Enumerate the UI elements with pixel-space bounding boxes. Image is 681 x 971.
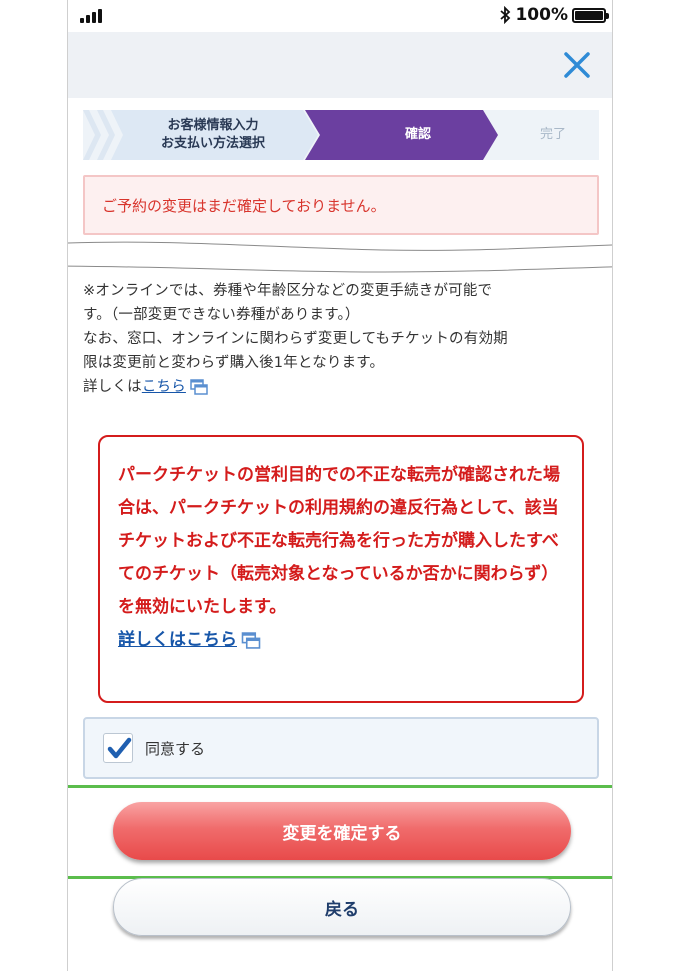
- agree-checkbox[interactable]: [103, 733, 133, 763]
- agree-checkbox-row[interactable]: 同意する: [83, 717, 599, 779]
- details-prefix: 詳しくは: [83, 379, 142, 395]
- details-line: 詳しくはこちら: [83, 375, 593, 399]
- body-line2: す。（一部変更できない券種があります。）: [83, 307, 360, 323]
- step-complete: 完了: [539, 127, 566, 142]
- nav-bar: [68, 32, 612, 98]
- signal-icon: [80, 9, 102, 23]
- checkmark-icon: [107, 737, 132, 759]
- status-right: 100%: [499, 5, 609, 25]
- step-input: お客様情報入力 お支払い方法選択: [113, 110, 313, 160]
- body-line1: ※オンラインでは、券種や年齢区分などの変更手続きが可能で: [83, 283, 493, 299]
- warning-text: パークチケットの営利目的での不正な転売が確認された場合は、パークチケットの利用規…: [118, 465, 560, 617]
- agree-label: 同意する: [145, 739, 206, 758]
- close-icon[interactable]: [562, 50, 592, 80]
- bluetooth-icon: [500, 6, 511, 24]
- progress-stepper: お客様情報入力 お支払い方法選択 確認 完了: [83, 110, 599, 160]
- confirm-button-label: 変更を確定する: [282, 823, 402, 844]
- back-button-label: 戻る: [325, 899, 359, 920]
- notice-text: ご予約の変更はまだ確定しておりません。: [102, 196, 386, 215]
- warning-details-link[interactable]: 詳しくはこちら: [118, 630, 237, 650]
- details-link[interactable]: こちら: [142, 379, 186, 395]
- external-window-icon: [190, 379, 208, 395]
- body-line3: なお、窓口、オンラインに関わらず変更してもチケットの有効期: [83, 331, 508, 347]
- status-bar: 100%: [68, 0, 612, 32]
- back-button[interactable]: 戻る: [113, 878, 571, 936]
- change-info-text: ※オンラインでは、券種や年齢区分などの変更手続きが可能で す。（一部変更できない…: [83, 279, 593, 399]
- battery-icon: [572, 7, 609, 23]
- external-window-icon: [241, 631, 261, 649]
- torn-edge-divider: [68, 241, 612, 273]
- battery-percent: 100%: [515, 5, 568, 25]
- step-input-line2: お支払い方法選択: [160, 136, 265, 151]
- not-confirmed-notice: ご予約の変更はまだ確定しておりません。: [83, 175, 599, 235]
- body-line4: 限は変更前と変わらず購入後1年となります。: [83, 355, 385, 371]
- phone-frame: 100% お客様情報入力 お支払い方法選択 確認 完了 ご予約の変更はまだ確定し…: [67, 0, 613, 971]
- resale-warning-box: パークチケットの営利目的での不正な転売が確認された場合は、パークチケットの利用規…: [98, 435, 584, 703]
- confirm-change-button[interactable]: 変更を確定する: [113, 802, 571, 860]
- step-confirm: 確認: [404, 127, 431, 142]
- step-input-line1: お客様情報入力: [167, 118, 259, 133]
